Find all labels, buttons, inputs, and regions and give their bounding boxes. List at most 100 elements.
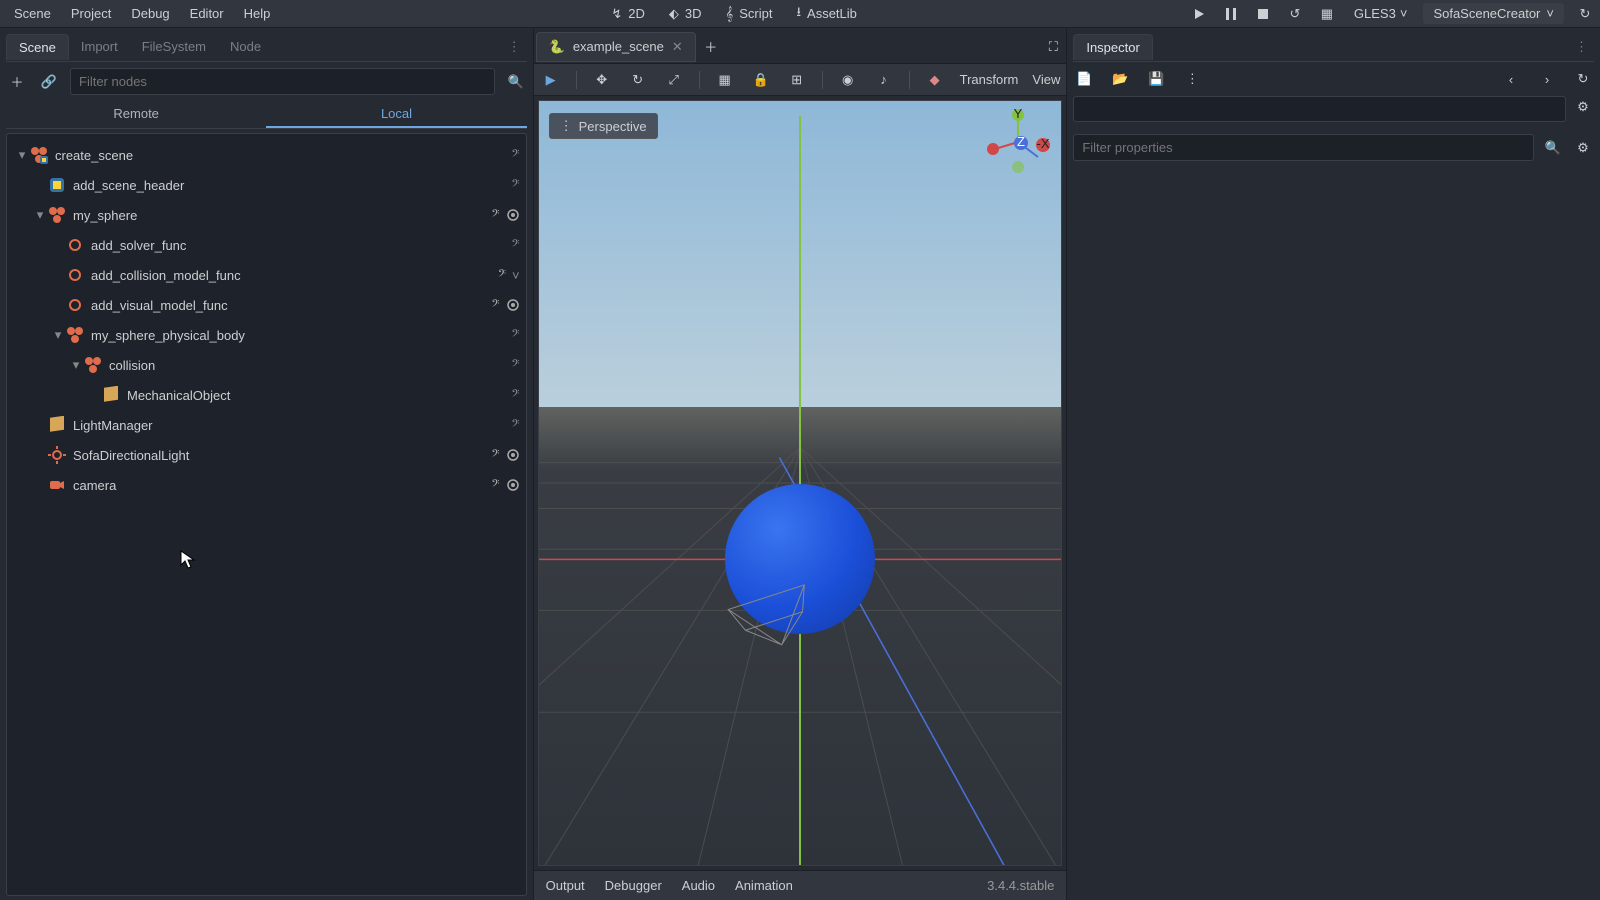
mode-assetlib[interactable]: ⭳AssetLib <box>786 0 866 29</box>
tab-scene[interactable]: Scene <box>6 34 69 60</box>
link-icon[interactable]: 🔗 <box>38 71 60 93</box>
tree-node[interactable]: add_collision_model_func 𝄢˅ <box>7 260 526 290</box>
snap-icon[interactable]: ▦ <box>714 69 736 91</box>
scale-tool-icon[interactable]: ⤢ <box>663 69 685 91</box>
script-icon[interactable]: 𝄢 <box>511 327 519 343</box>
expand-icon[interactable]: ⛶ <box>1042 36 1064 58</box>
tree-node[interactable]: SofaDirectionalLight 𝄢 <box>7 440 526 470</box>
tree-node[interactable]: ▾ my_sphere 𝄢 <box>7 200 526 230</box>
play-scene-icon[interactable]: ▦ <box>1316 3 1338 25</box>
pause-button[interactable] <box>1220 3 1242 25</box>
mode-script[interactable]: 𝄞Script <box>716 0 783 29</box>
script-icon[interactable]: 𝄢 <box>511 147 519 163</box>
tree-node[interactable]: ▾ create_scene 𝄢 <box>7 140 526 170</box>
transform-menu[interactable]: Transform <box>960 72 1019 87</box>
tree-node[interactable]: add_scene_header 𝄢 <box>7 170 526 200</box>
local-tab[interactable]: Local <box>266 101 526 128</box>
reload-icon[interactable]: ↺ <box>1284 3 1306 25</box>
renderer-select[interactable]: GLES3˅ <box>1348 4 1414 23</box>
search-icon[interactable]: 🔍 <box>1542 137 1564 159</box>
tree-node[interactable]: LightManager 𝄢 <box>7 410 526 440</box>
group-icon[interactable]: ⊞ <box>786 69 808 91</box>
vis-icon[interactable] <box>506 448 520 462</box>
script-icon[interactable]: 𝄢 <box>511 237 519 253</box>
search-icon[interactable]: 🔍 <box>505 71 527 93</box>
mode-3d[interactable]: ⬖3D <box>659 0 712 29</box>
menu-help[interactable]: Help <box>234 2 281 25</box>
expand-arrow-icon[interactable]: ▾ <box>15 147 29 163</box>
more-icon[interactable]: ⋮ <box>1181 68 1203 90</box>
rotate-tool-icon[interactable]: ↻ <box>627 69 649 91</box>
tree-node[interactable]: MechanicalObject 𝄢 <box>7 380 526 410</box>
close-icon[interactable]: ✕ <box>672 39 683 55</box>
reload-project-icon[interactable]: ↻ <box>1574 3 1596 25</box>
history-menu-icon[interactable]: ↻ <box>1572 68 1594 90</box>
tree-node[interactable]: ▾ collision 𝄢 <box>7 350 526 380</box>
script-o-icon[interactable]: 𝄢 <box>491 477 499 493</box>
script-icon[interactable]: 𝄢 <box>511 357 519 373</box>
script-o-icon[interactable]: 𝄢 <box>498 267 506 283</box>
move-tool-icon[interactable]: ✥ <box>591 69 613 91</box>
tree-node[interactable]: camera 𝄢 <box>7 470 526 500</box>
viewport-gizmo[interactable]: Y -X Z <box>983 107 1053 177</box>
resource-extra-icon[interactable]: ⚙ <box>1572 96 1594 118</box>
resource-path[interactable] <box>1073 96 1566 122</box>
panel-output[interactable]: Output <box>546 878 585 893</box>
expand-arrow-icon[interactable]: ▾ <box>51 327 65 343</box>
script-o-icon[interactable]: 𝄢 <box>491 297 499 313</box>
tree-node[interactable]: ▾ my_sphere_physical_body 𝄢 <box>7 320 526 350</box>
menu-project[interactable]: Project <box>61 2 121 25</box>
view-menu[interactable]: View <box>1032 72 1060 87</box>
vis-icon[interactable] <box>506 208 520 222</box>
vis-icon[interactable] <box>506 298 520 312</box>
warn-icon[interactable]: ˅ <box>512 268 520 283</box>
expand-arrow-icon[interactable]: ▾ <box>33 207 47 223</box>
menu-debug[interactable]: Debug <box>121 2 179 25</box>
swap-icon: ↯ <box>611 6 622 22</box>
script-o-icon[interactable]: 𝄢 <box>491 207 499 223</box>
add-tab-icon[interactable]: ＋ <box>700 36 722 58</box>
scene-tab[interactable]: 🐍 example_scene ✕ <box>536 32 696 62</box>
panel-debugger[interactable]: Debugger <box>605 878 662 893</box>
add-node-icon[interactable]: ＋ <box>6 71 28 93</box>
camera-icon[interactable]: ◉ <box>837 69 859 91</box>
expand-arrow-icon[interactable]: ▾ <box>69 357 83 373</box>
panel-animation[interactable]: Animation <box>735 878 793 893</box>
dock-menu-icon[interactable]: ⋮ <box>1569 39 1594 55</box>
script-icon[interactable]: 𝄢 <box>511 177 519 193</box>
play-button[interactable] <box>1188 3 1210 25</box>
script-icon[interactable]: 𝄢 <box>511 387 519 403</box>
scene-tree[interactable]: ▾ create_scene 𝄢 add_scene_header 𝄢▾ my_… <box>6 133 527 896</box>
filter-properties-input[interactable] <box>1073 134 1534 161</box>
script-o-icon[interactable]: 𝄢 <box>491 447 499 463</box>
history-fwd-icon[interactable]: › <box>1536 68 1558 90</box>
viewport-3d[interactable]: ⋮ Perspective Y -X Z <box>538 100 1063 866</box>
tree-node[interactable]: add_solver_func 𝄢 <box>7 230 526 260</box>
stop-button[interactable] <box>1252 3 1274 25</box>
menu-scene[interactable]: Scene <box>4 2 61 25</box>
gizmo-icon[interactable]: ◆ <box>924 69 946 91</box>
script-icon[interactable]: 𝄢 <box>511 417 519 433</box>
tab-inspector[interactable]: Inspector <box>1073 34 1152 60</box>
listener-icon[interactable]: ♪ <box>873 69 895 91</box>
tree-node[interactable]: add_visual_model_func 𝄢 <box>7 290 526 320</box>
select-tool-icon[interactable]: ▶ <box>540 69 562 91</box>
dock-menu-icon[interactable]: ⋮ <box>502 39 527 55</box>
menu-editor[interactable]: Editor <box>180 2 234 25</box>
tab-node[interactable]: Node <box>218 34 273 59</box>
tab-import[interactable]: Import <box>69 34 130 59</box>
settings-icon[interactable]: ⚙ <box>1572 137 1594 159</box>
tab-filesystem[interactable]: FileSystem <box>130 34 218 59</box>
save-resource-icon[interactable]: 💾 <box>1145 68 1167 90</box>
perspective-button[interactable]: ⋮ Perspective <box>549 113 658 139</box>
load-resource-icon[interactable]: 📂 <box>1109 68 1131 90</box>
lock-icon[interactable]: 🔒 <box>750 69 772 91</box>
remote-tab[interactable]: Remote <box>6 101 266 128</box>
history-back-icon[interactable]: ‹ <box>1500 68 1522 90</box>
new-resource-icon[interactable]: 📄 <box>1073 68 1095 90</box>
filter-nodes-input[interactable] <box>70 68 495 95</box>
panel-audio[interactable]: Audio <box>682 878 715 893</box>
vis-icon[interactable] <box>506 478 520 492</box>
mode-2d[interactable]: ↯2D <box>601 0 655 29</box>
project-select[interactable]: SofaSceneCreator˅ <box>1423 3 1564 24</box>
